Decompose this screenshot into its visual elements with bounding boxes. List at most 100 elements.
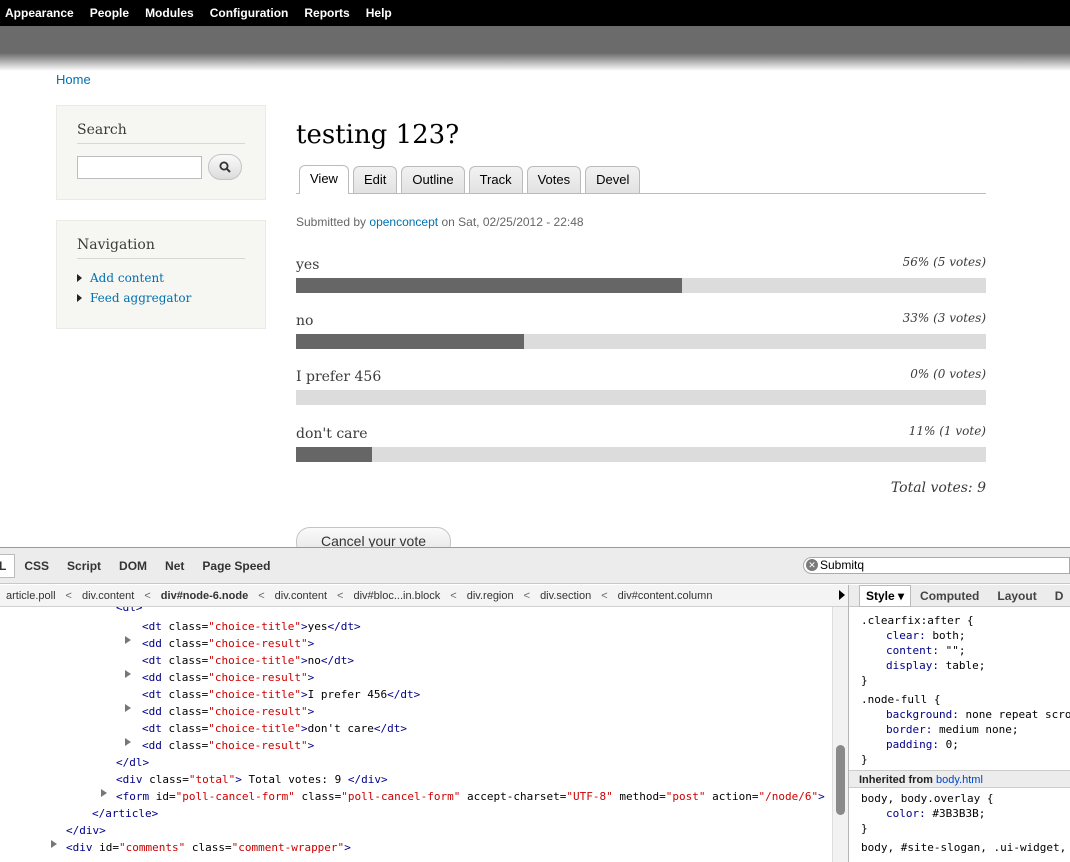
crumb-item[interactable]: div#bloc...in.block [347,590,446,602]
choice-title: yes [296,257,320,273]
clear-search-icon[interactable]: ✕ [806,559,818,571]
code-line[interactable]: <dd class="choice-result"> [142,737,314,754]
toolbar-item-configuration[interactable]: Configuration [202,6,297,20]
css-selector[interactable]: body, body.overlay { [849,791,1070,806]
result-bar-fill [296,334,524,349]
tab-dom-side[interactable]: D [1046,589,1070,603]
code-line[interactable]: <dt class="choice-title">yes</dt> [142,618,361,635]
crumb-item[interactable]: article.poll [0,590,62,602]
expand-arrow-icon[interactable] [101,789,107,797]
html-scrollbar[interactable] [832,607,848,862]
tab-net[interactable]: Net [156,559,193,573]
scrollbar-thumb[interactable] [836,745,845,815]
poll-choice: I prefer 456 0% (0 votes) [296,367,986,405]
nav-item-feed-aggregator[interactable]: Feed aggregator [77,291,245,305]
code-line[interactable]: <dt class="choice-title">don't care</dt> [142,720,407,737]
toolbar-item-help[interactable]: Help [358,6,400,20]
author-link[interactable]: openconcept [369,215,438,229]
css-property[interactable]: background: none repeat scroll [849,707,1070,722]
choice-result: 33% (3 votes) [902,311,986,325]
toolbar-item-people[interactable]: People [82,6,137,20]
tab-devel[interactable]: Devel [585,166,641,193]
tab-css[interactable]: CSS [15,559,58,573]
breadcrumb-home[interactable]: Home [56,72,91,87]
crumb-item[interactable]: div.content [269,590,333,602]
choice-title: I prefer 456 [296,369,382,385]
tab-votes[interactable]: Votes [526,166,582,193]
firebug-search-input[interactable]: ✕ Submitq [803,557,1070,574]
tab-layout[interactable]: Layout [988,589,1045,603]
nav-item-add-content[interactable]: Add content [77,271,245,285]
choice-result: 0% (0 votes) [910,367,986,381]
element-breadcrumb: article.poll < div.content < div#node-6.no… [0,585,848,607]
page-title: testing 123? [296,120,460,150]
tab-dom[interactable]: DOM [110,559,156,573]
css-property[interactable]: content: ""; [849,643,1070,658]
css-property[interactable]: padding: 0; [849,737,1070,752]
tab-view[interactable]: View [299,165,349,194]
code-line[interactable]: <dd class="choice-result"> [142,669,314,686]
css-property[interactable]: color: #3B3B3B; [849,806,1070,821]
code-line[interactable]: </div> [66,822,106,839]
code-line[interactable]: <dd class="choice-result"> [142,703,314,720]
search-input[interactable] [77,155,202,179]
expand-arrow-icon[interactable] [125,636,131,644]
tab-track[interactable]: Track [468,166,523,193]
navigation-block-title: Navigation [77,221,245,259]
css-selector[interactable]: body, #site-slogan, .ui-widget, [849,840,1070,855]
tab-script[interactable]: Script [58,559,110,573]
code-line[interactable]: </article> [92,805,158,822]
code-line[interactable]: <dt class="choice-title">no</dt> [142,652,354,669]
expand-arrow-icon[interactable] [51,840,57,848]
tab-outline[interactable]: Outline [401,166,465,193]
result-bar [296,390,986,405]
css-property[interactable]: clear: both; [849,628,1070,643]
code-line[interactable]: <form id="poll-cancel-form" class="poll-… [116,788,825,805]
choice-result: 56% (5 votes) [902,255,986,269]
css-brace: } [861,753,868,766]
result-bar [296,334,986,349]
search-button[interactable] [208,154,242,180]
toolbar-item-appearance[interactable]: Appearance [0,6,82,20]
tab-style[interactable]: Style ▾ [859,585,912,607]
code-line[interactable]: <div id="comments" class="comment-wrappe… [66,839,351,856]
side-tabs: Style ▾ Computed Layout D [849,585,1070,607]
triangle-bullet-icon [77,294,82,302]
admin-toolbar: Appearance People Modules Configuration … [0,0,1070,26]
crumb-item[interactable]: div.content [76,590,140,602]
tab-page-speed[interactable]: Page Speed [193,559,279,573]
css-property[interactable]: display: table; [849,658,1070,673]
css-property[interactable]: border: medium none; [849,722,1070,737]
tab-html[interactable]: L [0,553,16,578]
css-selector[interactable]: .clearfix:after { [849,613,1070,628]
css-selector[interactable]: .node-full { [849,692,1070,707]
poll-total: Total votes: 9 [890,480,986,496]
result-bar [296,447,986,462]
code-line[interactable]: <div class="total"> Total votes: 9 </div… [116,771,388,788]
crumb-overflow-arrow-icon[interactable] [839,590,845,600]
expand-arrow-icon[interactable] [125,670,131,678]
poll-choice: yes 56% (5 votes) [296,255,986,293]
code-line[interactable]: <dd class="choice-result"> [142,635,314,652]
crumb-item[interactable]: div.section [534,590,597,602]
code-line[interactable]: <dl> [116,607,143,616]
crumb-item[interactable]: div#content.column [612,590,719,602]
tab-computed[interactable]: Computed [911,589,988,603]
toolbar-item-reports[interactable]: Reports [296,6,357,20]
toolbar-item-modules[interactable]: Modules [137,6,202,20]
code-line[interactable]: <dt class="choice-title">I prefer 456</d… [142,686,420,703]
header-band [0,26,1070,71]
style-side-panel: Style ▾ Computed Layout D .clearfix:afte… [848,585,1070,862]
css-brace: } [861,674,868,687]
firebug-search-value: Submitq [820,558,865,572]
choice-title: don't care [296,426,368,442]
crumb-item[interactable]: div#node-6.node [155,590,254,602]
search-icon [219,161,231,173]
code-line[interactable]: </dl> [116,754,149,771]
crumb-item[interactable]: div.region [461,590,520,602]
tab-edit[interactable]: Edit [352,166,398,193]
expand-arrow-icon[interactable] [125,738,131,746]
result-bar-fill [296,447,372,462]
inherited-source-link[interactable]: body.html [936,774,983,786]
expand-arrow-icon[interactable] [125,704,131,712]
